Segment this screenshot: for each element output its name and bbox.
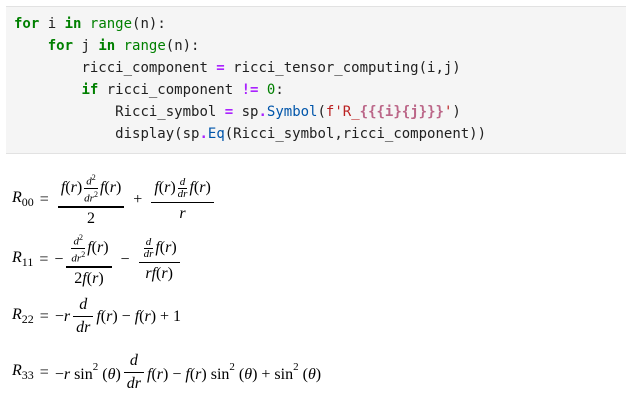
code-line: ricci_component = ricci_tensor_computing… bbox=[81, 60, 461, 76]
fraction: d dr f(r) rf(r) bbox=[138, 236, 180, 283]
fraction: f(r) d2 dr2 f(r) 2 bbox=[57, 172, 125, 228]
code-line: for i in range(n): bbox=[14, 16, 166, 32]
equation-r33: R33 = −r sin2 (θ) d dr f(r) − f(r) sin2 … bbox=[12, 352, 322, 393]
equation-r00: R00 = f(r) d2 dr2 f(r) 2 + f(r) d dr f(r) r bbox=[12, 172, 217, 228]
equation-lhs: R11 bbox=[12, 249, 34, 270]
code-line: for j in range(n): bbox=[47, 38, 200, 54]
equation-lhs: R00 bbox=[12, 189, 34, 210]
equation-r11: R11 = − d2 dr2 f(r) 2f(r) − d dr f(r) rf(r) bbox=[12, 232, 183, 288]
code-cell[interactable]: for i in range(n): for j in range(n): ri… bbox=[6, 6, 626, 154]
code-line: display(sp.Eq(Ricci_symbol,ricci_compone… bbox=[115, 126, 487, 142]
code-line: Ricci_symbol = sp.Symbol(f'R_{{{i}{j}}}'… bbox=[115, 104, 461, 120]
equation-lhs: R22 bbox=[12, 306, 34, 327]
output-area: R00 = f(r) d2 dr2 f(r) 2 + f(r) d dr f(r) r R1… bbox=[0, 160, 628, 410]
fraction: d2 dr2 f(r) 2f(r) bbox=[66, 232, 112, 288]
fraction: f(r) d dr f(r) r bbox=[151, 176, 214, 223]
equation-lhs: R33 bbox=[12, 362, 34, 383]
fraction: d dr bbox=[73, 296, 94, 337]
code-line: if ricci_component != 0: bbox=[81, 82, 284, 98]
equation-r22: R22 = −r d dr f(r) − f(r) + 1 bbox=[12, 296, 182, 337]
fraction: d dr bbox=[123, 352, 144, 393]
